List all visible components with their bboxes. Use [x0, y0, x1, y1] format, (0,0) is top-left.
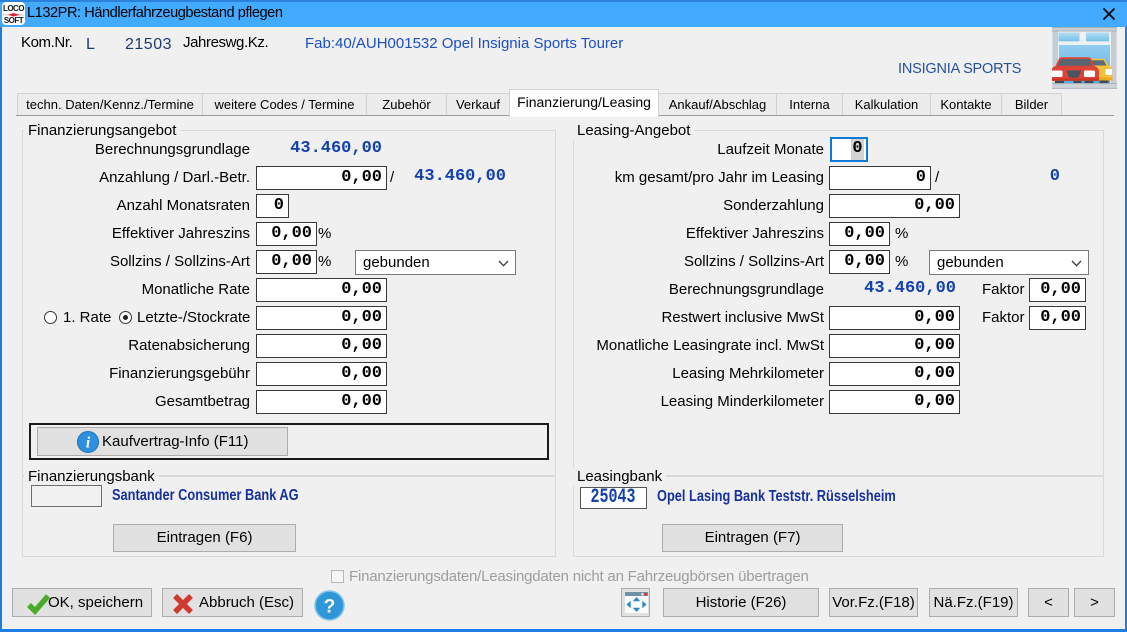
svg-text:i: i: [86, 434, 91, 451]
svg-text:?: ?: [324, 596, 336, 617]
